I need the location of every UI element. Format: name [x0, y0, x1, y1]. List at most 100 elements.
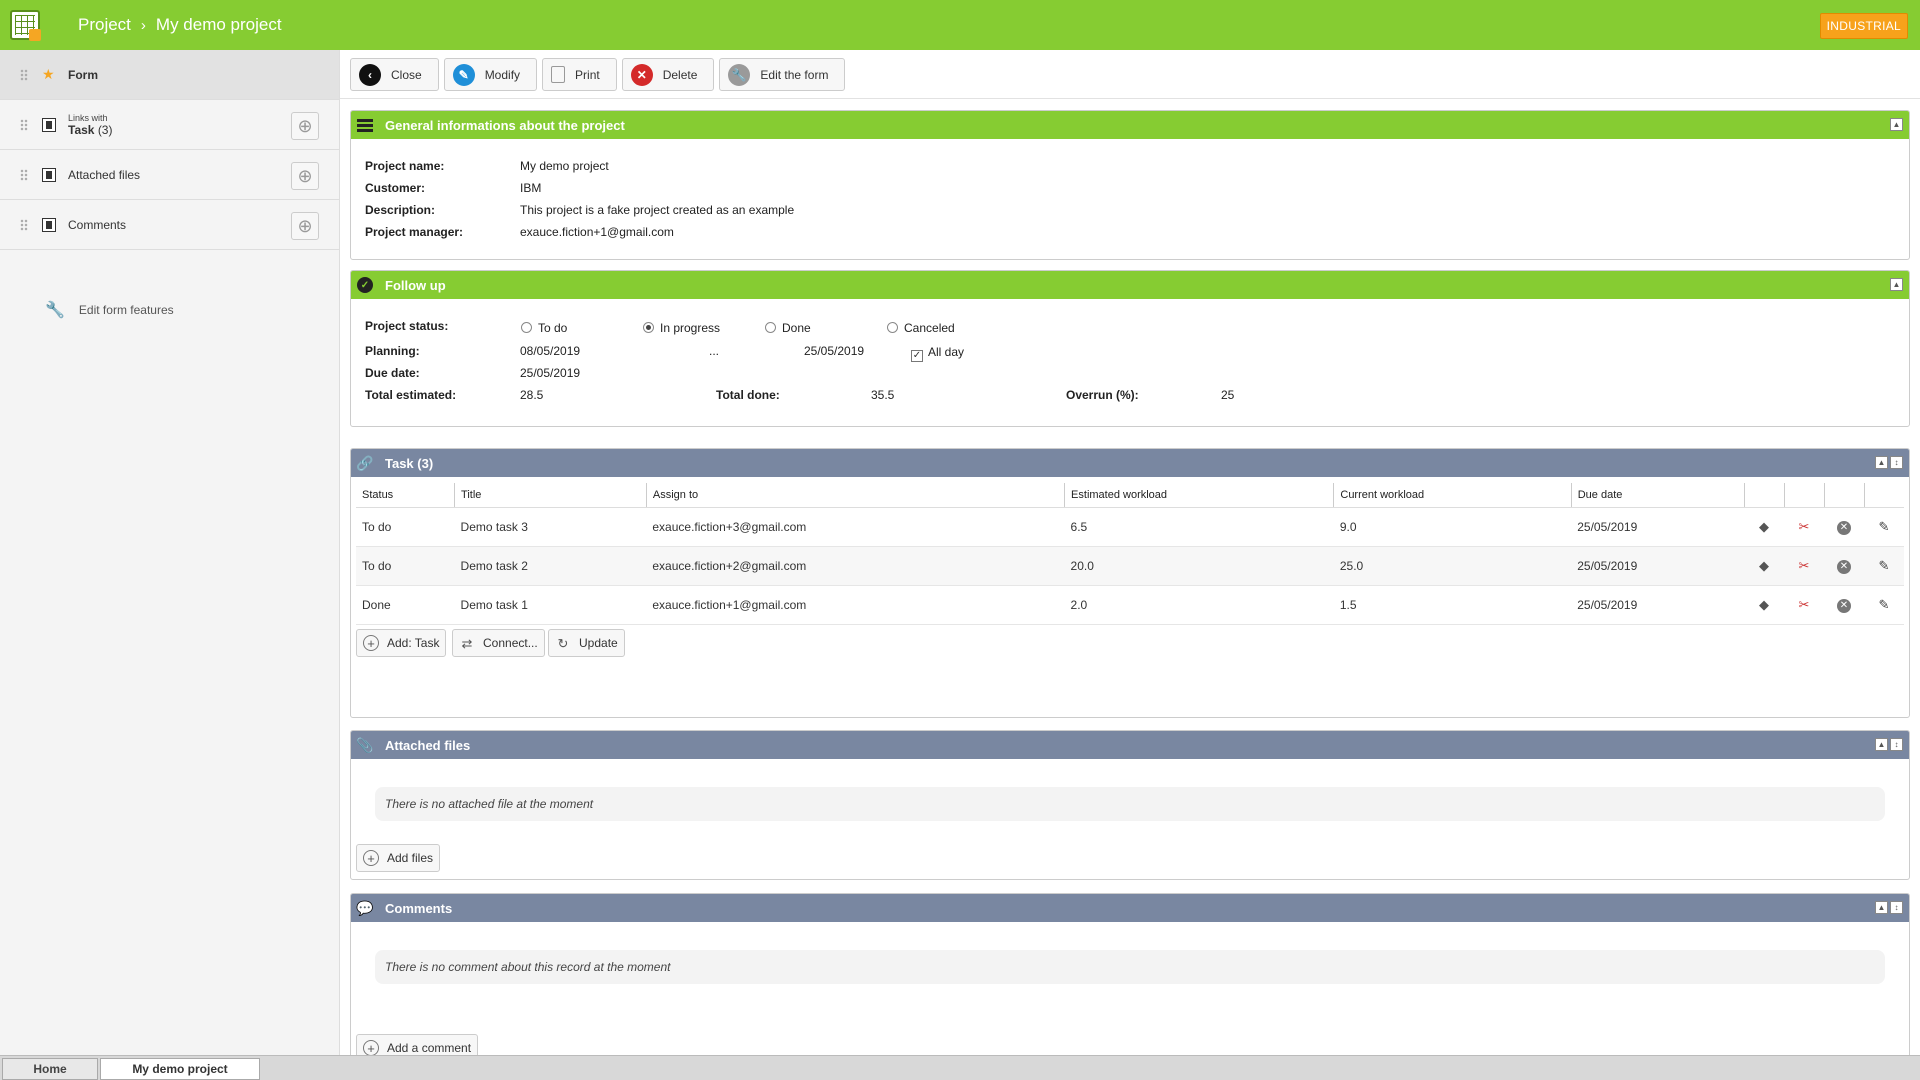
description-value: This project is a fake project created a…: [520, 203, 795, 217]
remove-icon[interactable]: ✕: [1837, 521, 1851, 535]
industrial-badge[interactable]: INDUSTRIAL: [1819, 13, 1908, 39]
edit-pencil-icon[interactable]: ✎: [1876, 558, 1892, 574]
add-files-button[interactable]: + Add files: [356, 844, 441, 872]
edit-form-button[interactable]: 🔧 Edit the form: [719, 58, 846, 91]
unlink-icon[interactable]: ✂: [1796, 519, 1812, 535]
remove-icon[interactable]: ✕: [1837, 560, 1851, 574]
unlink-icon[interactable]: ✂: [1796, 597, 1812, 613]
task-title-cell: Demo task 1: [454, 585, 647, 625]
task-current: 25.0: [1333, 546, 1572, 586]
status-radio-done[interactable]: Done: [765, 321, 811, 335]
close-label: Close: [391, 67, 422, 82]
connect-icon: ⇄: [461, 635, 473, 651]
sidebar-item-label: Form: [68, 67, 98, 82]
back-arrow-icon: ‹: [359, 63, 381, 86]
sidebar-item-attached-files[interactable]: Attached files ⊕: [0, 150, 339, 200]
collapse-icon[interactable]: ▲: [1875, 901, 1888, 914]
status-radio-in-progress[interactable]: In progress: [643, 321, 720, 335]
sidebar-item-task[interactable]: Links with Task (3) ⊕: [0, 100, 339, 150]
column-header[interactable]: Due date: [1570, 483, 1744, 508]
table-row[interactable]: To do Demo task 2 exauce.fiction+2@gmail…: [356, 546, 1904, 586]
column-header[interactable]: Estimated workload: [1064, 483, 1334, 508]
breadcrumb-root[interactable]: Project: [78, 15, 131, 35]
project-name-value: My demo project: [520, 159, 609, 173]
project-manager-value[interactable]: exauce.fiction+1@gmail.com: [520, 225, 674, 239]
print-button[interactable]: Print: [542, 58, 617, 91]
task-estimated: 2.0: [1064, 585, 1334, 625]
attached-files-title: Attached files: [385, 737, 471, 753]
task-header[interactable]: 🔗 Task (3) ▲ ↕: [351, 449, 1909, 477]
task-status: To do: [356, 507, 455, 547]
plus-circle-icon: +: [363, 1040, 379, 1056]
add-file-button[interactable]: ⊕: [291, 162, 319, 190]
modify-button[interactable]: ✎ Modify: [443, 58, 538, 91]
all-day-checkbox[interactable]: ✓ All day: [911, 345, 964, 362]
column-header[interactable]: Title: [454, 483, 647, 508]
unlink-icon[interactable]: ✂: [1796, 558, 1812, 574]
edit-pencil-icon[interactable]: ✎: [1876, 597, 1892, 613]
toolbar-divider: [340, 98, 1920, 99]
overrun-value: 25: [1221, 388, 1235, 402]
remove-icon[interactable]: ✕: [1837, 599, 1851, 613]
app-logo-icon[interactable]: [10, 10, 41, 41]
star-icon: ★: [42, 66, 55, 82]
collapse-icon[interactable]: ▲: [1875, 456, 1888, 469]
column-header[interactable]: Status: [356, 483, 455, 508]
task-title-cell: Demo task 2: [454, 546, 647, 586]
sidebar-item-label: Comments: [68, 217, 127, 232]
toolbar: ‹ Close ✎ Modify Print ✕ Delete 🔧 Edit t…: [350, 58, 846, 91]
column-header[interactable]: Current workload: [1333, 483, 1572, 508]
tab-home[interactable]: Home: [2, 1058, 98, 1080]
edit-form-features-label: Edit form features: [78, 303, 174, 317]
collapse-icon[interactable]: ▲: [1890, 118, 1903, 131]
follow-up-header[interactable]: ✓ Follow up ▲: [351, 271, 1909, 299]
status-radio-canceled[interactable]: Canceled: [887, 321, 955, 335]
total-done-value: 35.5: [871, 388, 895, 402]
status-radio-todo[interactable]: To do: [521, 321, 567, 335]
paperclip-icon: 📎: [356, 736, 374, 753]
tag-icon[interactable]: ◆: [1756, 597, 1772, 613]
table-row[interactable]: To do Demo task 3 exauce.fiction+3@gmail…: [356, 507, 1904, 547]
project-status-label: Project status:: [365, 319, 449, 333]
planning-start-value: 08/05/2019: [520, 344, 581, 358]
expand-icon[interactable]: ↕: [1890, 738, 1903, 751]
tab-my-demo-project[interactable]: My demo project: [100, 1058, 260, 1080]
attached-files-header[interactable]: 📎 Attached files ▲ ↕: [351, 731, 1909, 759]
comments-header[interactable]: 💬 Comments ▲ ↕: [351, 894, 1909, 922]
pin-icon: [42, 117, 56, 132]
general-info-panel: General informations about the project ▲…: [350, 110, 1910, 260]
table-row[interactable]: Done Demo task 1 exauce.fiction+1@gmail.…: [356, 585, 1904, 625]
delete-button[interactable]: ✕ Delete: [621, 58, 715, 91]
column-header[interactable]: Assign to: [645, 483, 1065, 508]
edit-pencil-icon[interactable]: ✎: [1876, 519, 1892, 535]
add-comment-sidebar-button[interactable]: ⊕: [291, 212, 319, 240]
general-info-header[interactable]: General informations about the project ▲: [351, 111, 1909, 139]
edit-form-features-link[interactable]: 🔧 Edit form features: [45, 300, 174, 320]
drag-handle-icon[interactable]: [20, 68, 28, 81]
tag-icon[interactable]: ◆: [1756, 558, 1772, 574]
sidebar-item-label: Links with Task (3): [68, 113, 112, 137]
breadcrumb: Project › My demo project: [78, 15, 282, 35]
add-task-button[interactable]: ⊕: [291, 112, 319, 140]
drag-handle-icon[interactable]: [20, 168, 28, 181]
expand-icon[interactable]: ↕: [1890, 901, 1903, 914]
customer-value: IBM: [520, 181, 542, 195]
connect-button[interactable]: ⇄ Connect...: [452, 629, 545, 657]
collapse-icon[interactable]: ▲: [1890, 278, 1903, 291]
planning-label: Planning:: [365, 344, 420, 358]
sidebar: ★ Form Links with Task (3) ⊕ Attached fi…: [0, 50, 340, 1055]
task-title-cell: Demo task 3: [454, 507, 647, 547]
sidebar-item-form[interactable]: ★ Form: [0, 50, 339, 100]
drag-handle-icon[interactable]: [20, 118, 28, 131]
radio-icon: [887, 322, 898, 333]
radio-label: In progress: [660, 321, 721, 335]
close-button[interactable]: ‹ Close: [350, 58, 439, 91]
sidebar-item-comments[interactable]: Comments ⊕: [0, 200, 339, 250]
update-button[interactable]: ↻ Update: [548, 629, 625, 657]
link-icon: 🔗: [356, 454, 374, 471]
add-task-button[interactable]: + Add: Task: [356, 629, 447, 657]
drag-handle-icon[interactable]: [20, 218, 28, 231]
tag-icon[interactable]: ◆: [1756, 519, 1772, 535]
expand-icon[interactable]: ↕: [1890, 456, 1903, 469]
collapse-icon[interactable]: ▲: [1875, 738, 1888, 751]
